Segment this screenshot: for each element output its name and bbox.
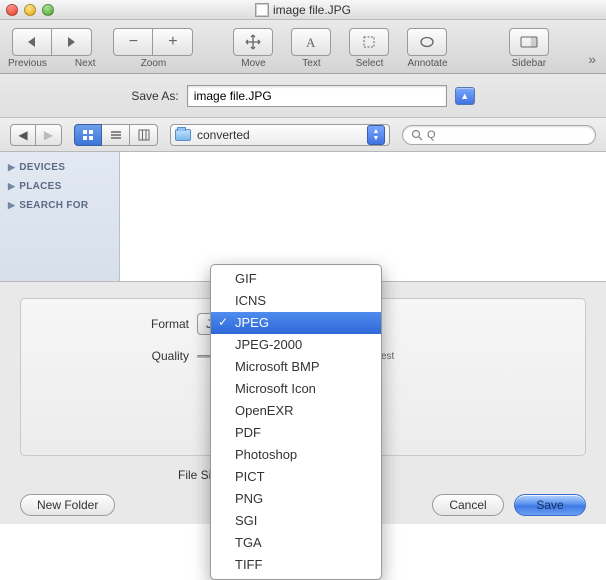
zoom-label: Zoom: [141, 58, 167, 69]
search-input[interactable]: [427, 129, 587, 141]
toolbar: Previous Next − + Zoom Move A Text Selec…: [0, 20, 606, 74]
browser-bar: ◀ ▶ converted ▲▼: [0, 118, 606, 152]
folder-popup[interactable]: converted ▲▼: [170, 124, 390, 146]
format-option[interactable]: PDF: [211, 422, 381, 444]
titlebar: image file.JPG: [0, 0, 606, 20]
file-list-area[interactable]: [120, 152, 606, 281]
format-option[interactable]: PNG: [211, 488, 381, 510]
format-option[interactable]: TIFF: [211, 554, 381, 576]
format-option[interactable]: ICNS: [211, 290, 381, 312]
select-tool-button[interactable]: [349, 28, 389, 56]
close-window-button[interactable]: [6, 4, 18, 16]
save-label: Save: [536, 498, 563, 512]
format-label: Format: [39, 317, 189, 331]
format-dropdown-menu[interactable]: GIFICNSJPEGJPEG-2000Microsoft BMPMicroso…: [210, 264, 382, 580]
search-icon: [411, 129, 423, 141]
format-option[interactable]: Microsoft Icon: [211, 378, 381, 400]
format-option[interactable]: GIF: [211, 268, 381, 290]
sidebar-label: Sidebar: [512, 58, 546, 69]
format-option[interactable]: SGI: [211, 510, 381, 532]
move-label: Move: [241, 58, 265, 69]
select-label: Select: [356, 58, 384, 69]
save-as-row: Save As: ▲: [0, 74, 606, 118]
previous-label: Previous: [8, 58, 47, 69]
toolbar-overflow-icon[interactable]: »: [588, 51, 598, 67]
sidebar-section-label: SEARCH FOR: [19, 200, 88, 211]
cancel-button[interactable]: Cancel: [432, 494, 504, 516]
new-folder-button[interactable]: New Folder: [20, 494, 115, 516]
format-option[interactable]: PICT: [211, 466, 381, 488]
filename-input[interactable]: [187, 85, 447, 107]
quality-label: Quality: [39, 349, 189, 363]
source-sidebar: ▶ DEVICES ▶ PLACES ▶ SEARCH FOR: [0, 152, 120, 281]
text-tool-button[interactable]: A: [291, 28, 331, 56]
sidebar-section-label: DEVICES: [19, 162, 65, 173]
format-option[interactable]: Microsoft BMP: [211, 356, 381, 378]
window-controls: [6, 4, 54, 16]
disclosure-triangle-icon: ▶: [8, 181, 15, 192]
format-option[interactable]: Photoshop: [211, 444, 381, 466]
sidebar-section-places[interactable]: ▶ PLACES: [0, 177, 119, 196]
sidebar-toggle-button[interactable]: [509, 28, 549, 56]
svg-text:A: A: [306, 35, 316, 49]
disclosure-triangle-icon: ▶: [8, 200, 15, 211]
folder-name: converted: [197, 128, 250, 142]
list-view-button[interactable]: [102, 124, 130, 146]
back-button[interactable]: ◀: [10, 124, 36, 146]
save-as-label: Save As:: [131, 89, 178, 103]
next-button[interactable]: [52, 28, 92, 56]
zoom-window-button[interactable]: [42, 4, 54, 16]
column-view-button[interactable]: [130, 124, 158, 146]
sidebar-section-devices[interactable]: ▶ DEVICES: [0, 158, 119, 177]
cancel-label: Cancel: [449, 498, 486, 512]
folder-stepper-icon: ▲▼: [367, 125, 385, 145]
previous-button[interactable]: [12, 28, 52, 56]
save-button[interactable]: Save: [514, 494, 586, 516]
next-label: Next: [75, 58, 96, 69]
search-field[interactable]: [402, 125, 596, 145]
format-option[interactable]: OpenEXR: [211, 400, 381, 422]
move-tool-button[interactable]: [233, 28, 273, 56]
quality-hint: est: [381, 351, 394, 362]
new-folder-label: New Folder: [37, 498, 98, 512]
folder-icon: [175, 129, 191, 141]
format-option[interactable]: TGA: [211, 532, 381, 554]
window-title: image file.JPG: [273, 3, 351, 17]
text-label: Text: [302, 58, 320, 69]
annotate-label: Annotate: [407, 58, 447, 69]
sidebar-section-label: PLACES: [19, 181, 61, 192]
zoom-in-button[interactable]: +: [153, 28, 193, 56]
zoom-out-button[interactable]: −: [113, 28, 153, 56]
file-icon: [255, 3, 269, 17]
sidebar-section-search-for[interactable]: ▶ SEARCH FOR: [0, 196, 119, 215]
format-option[interactable]: JPEG: [211, 312, 381, 334]
format-option[interactable]: JPEG-2000: [211, 334, 381, 356]
annotate-tool-button[interactable]: [407, 28, 447, 56]
icon-view-button[interactable]: [74, 124, 102, 146]
file-browser: ▶ DEVICES ▶ PLACES ▶ SEARCH FOR: [0, 152, 606, 282]
forward-button[interactable]: ▶: [36, 124, 62, 146]
disclosure-triangle-icon: ▶: [8, 162, 15, 173]
minimize-window-button[interactable]: [24, 4, 36, 16]
expand-disclosure-button[interactable]: ▲: [455, 87, 475, 105]
